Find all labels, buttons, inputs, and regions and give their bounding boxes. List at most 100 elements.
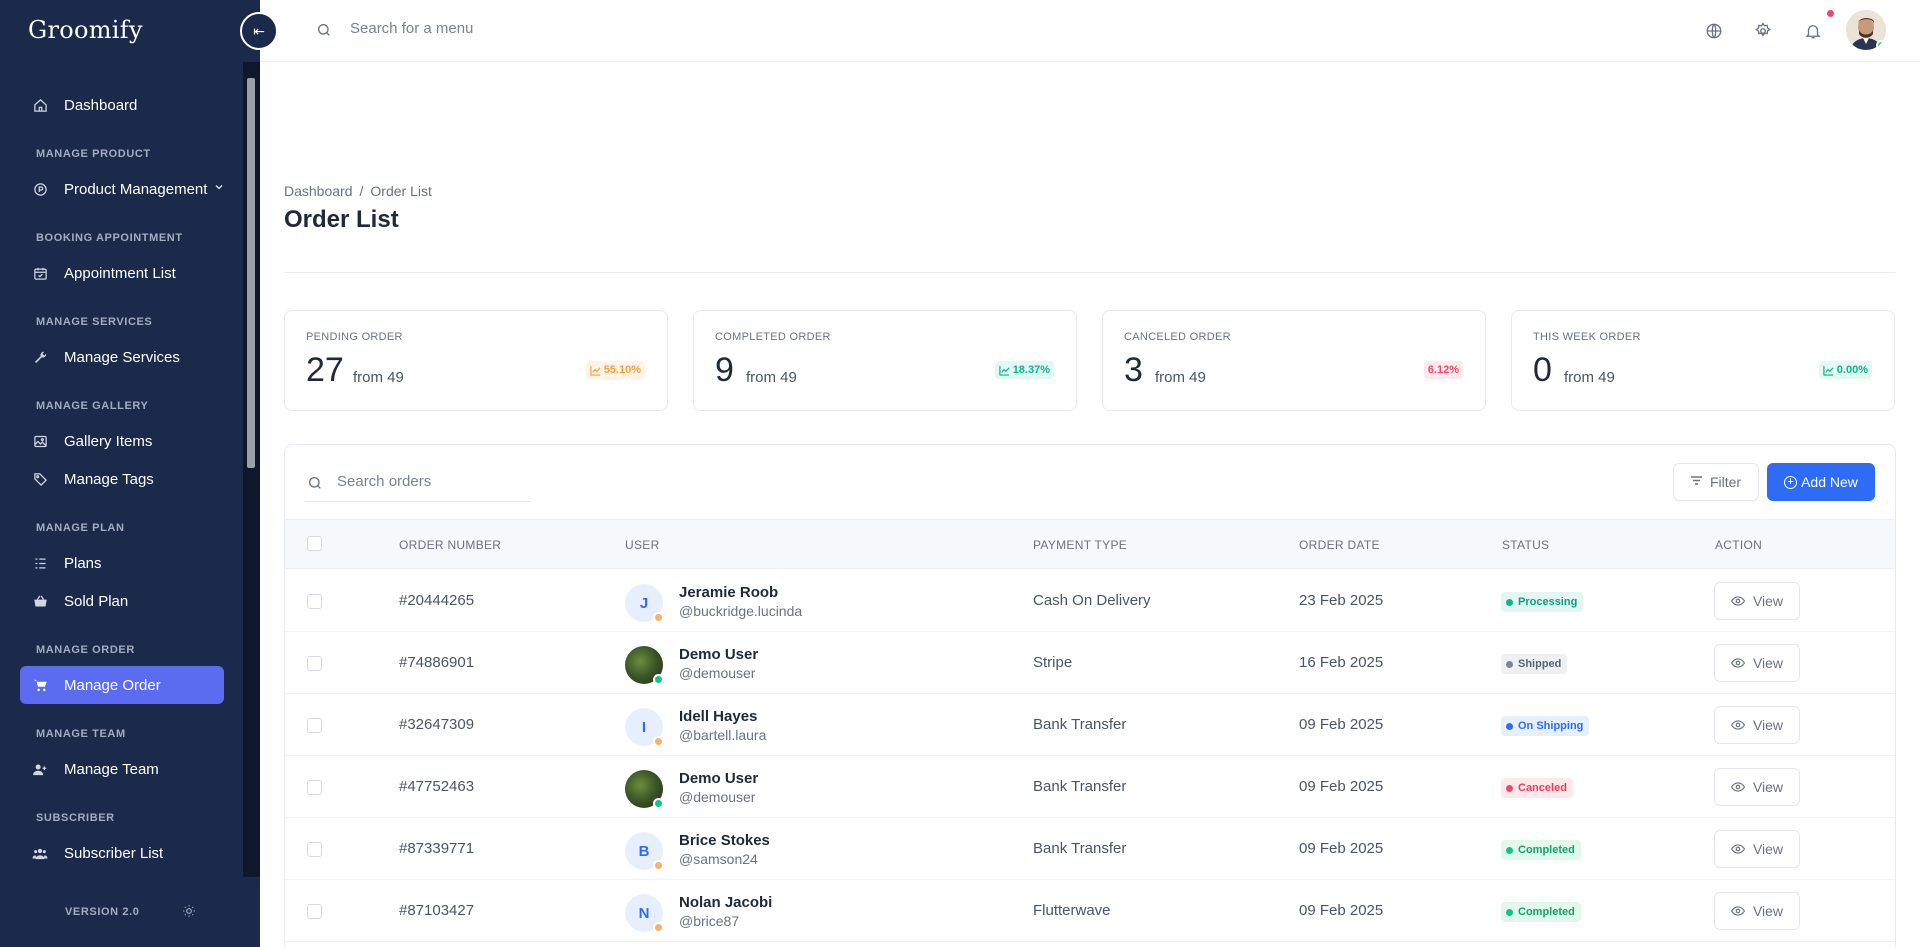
- status-text: Completed: [1518, 844, 1575, 856]
- sidebar-scrollbar[interactable]: [243, 62, 260, 877]
- view-button[interactable]: View: [1714, 644, 1800, 682]
- row-checkbox[interactable]: [307, 656, 322, 671]
- select-all-checkbox[interactable]: [307, 536, 322, 551]
- menu-search-input[interactable]: [350, 20, 750, 37]
- order-number[interactable]: #20444265: [399, 592, 474, 609]
- row-checkbox[interactable]: [307, 780, 322, 795]
- table-row[interactable]: #32647309 I Idell Hayes @bartell.laura Bank …: [285, 694, 1895, 756]
- col-action: ACTION: [1715, 538, 1763, 552]
- order-date: 09 Feb 2025: [1299, 716, 1384, 733]
- calendar-icon: [32, 265, 48, 281]
- col-order-date[interactable]: ORDER DATE: [1299, 538, 1380, 552]
- row-checkbox[interactable]: [307, 842, 322, 857]
- sidebar-collapse-button[interactable]: ⇤: [240, 12, 278, 50]
- order-date: 09 Feb 2025: [1299, 778, 1384, 795]
- bell-icon[interactable]: [1804, 22, 1822, 40]
- filter-icon: [1690, 476, 1702, 488]
- status-text: Shipped: [1518, 658, 1562, 670]
- view-label: View: [1752, 593, 1784, 609]
- table-row[interactable]: #47752463 Demo User @demouser Bank Transfer…: [285, 756, 1895, 818]
- status-text: Completed: [1518, 906, 1575, 918]
- view-button[interactable]: View: [1714, 706, 1800, 744]
- user-status-dot: [653, 860, 664, 871]
- sidebar-section-label: MANAGE PRODUCT: [36, 148, 151, 160]
- scrollbar-thumb[interactable]: [247, 78, 255, 468]
- order-number[interactable]: #87103427: [399, 902, 474, 919]
- avatar-initial: J: [639, 594, 649, 612]
- col-order-number[interactable]: ORDER NUMBER: [399, 538, 501, 552]
- sidebar-item-dashboard[interactable]: Dashboard: [20, 86, 224, 124]
- stat-label: COMPLETED ORDER: [715, 331, 831, 343]
- sidebar-section-label: MANAGE TEAM: [36, 728, 126, 740]
- row-checkbox[interactable]: [307, 904, 322, 919]
- stat-change-badge: 18.37%: [994, 361, 1054, 379]
- user-status-dot: [653, 612, 664, 623]
- col-user[interactable]: USER: [625, 538, 660, 552]
- status-dot: [1506, 846, 1513, 854]
- trend-chart-icon: [590, 365, 601, 376]
- table-row[interactable]: #87103427 N Nolan Jacobi @brice87 Flutterwav…: [285, 880, 1895, 942]
- breadcrumb-current: Order List: [370, 183, 432, 199]
- app-logo[interactable]: Groomify: [28, 16, 143, 44]
- topbar: [260, 0, 1920, 62]
- stat-change-badge: 6.12%: [1423, 361, 1463, 379]
- table-row[interactable]: #74886901 Demo User @demouser Stripe 16 Feb …: [285, 632, 1895, 694]
- sidebar-item-manage-order[interactable]: Manage Order: [20, 666, 224, 704]
- user-avatar: J: [625, 584, 664, 623]
- eye-icon: [1730, 906, 1745, 916]
- sidebar-item-product-management[interactable]: Product Management: [20, 170, 224, 208]
- breadcrumb-dashboard[interactable]: Dashboard: [284, 183, 353, 199]
- col-payment-type[interactable]: PAYMENT TYPE: [1033, 538, 1127, 552]
- user-name: Nolan Jacobi: [679, 894, 773, 911]
- order-number[interactable]: #32647309: [399, 716, 474, 733]
- basket-icon: [32, 593, 48, 609]
- table-row[interactable]: #87339771 B Brice Stokes @samson24 Bank Tran…: [285, 818, 1895, 880]
- filter-button[interactable]: Filter: [1673, 463, 1759, 501]
- trend-chart-icon: [1823, 365, 1834, 376]
- sidebar-item-gallery-items[interactable]: Gallery Items: [20, 422, 224, 460]
- user-name: Idell Hayes: [679, 708, 758, 725]
- stat-value: 0: [1533, 351, 1552, 389]
- sidebar-item-manage-tags[interactable]: Manage Tags: [20, 460, 224, 498]
- sidebar-item-subscriber-list[interactable]: Subscriber List: [20, 834, 224, 872]
- notification-dot: [1827, 10, 1834, 17]
- status-text: On Shipping: [1518, 720, 1584, 732]
- user-plus-icon: [32, 761, 48, 777]
- view-button[interactable]: View: [1714, 830, 1800, 868]
- sidebar-item-sold-plan[interactable]: Sold Plan: [20, 582, 224, 620]
- order-search-input[interactable]: [337, 473, 517, 490]
- stat-value: 9: [715, 351, 734, 389]
- sidebar-section-label: SUBSCRIBER: [36, 812, 115, 824]
- sidebar-item-manage-team[interactable]: Manage Team: [20, 750, 224, 788]
- user-handle: @samson24: [679, 851, 758, 867]
- payment-type: Bank Transfer: [1033, 716, 1127, 733]
- view-button[interactable]: View: [1714, 582, 1800, 620]
- globe-icon[interactable]: [1705, 22, 1723, 40]
- row-checkbox[interactable]: [307, 594, 322, 609]
- order-date: 09 Feb 2025: [1299, 902, 1384, 919]
- col-status[interactable]: STATUS: [1502, 538, 1549, 552]
- stat-card: COMPLETED ORDER 9 from 49 18.37%: [693, 310, 1077, 411]
- sidebar-item-appointment-list[interactable]: Appointment List: [20, 254, 224, 292]
- gear-icon[interactable]: [1754, 22, 1772, 40]
- status-text: Processing: [1518, 596, 1578, 608]
- sidebar-section-label: MANAGE ORDER: [36, 644, 135, 656]
- table-row[interactable]: #20444265 J Jeramie Roob @buckridge.lucinda…: [285, 570, 1895, 632]
- sidebar-item-manage-services[interactable]: Manage Services: [20, 338, 224, 376]
- breadcrumb: Dashboard / Order List: [284, 183, 432, 199]
- user-name: Demo User: [679, 646, 759, 663]
- collapse-arrow-icon: ⇤: [253, 22, 265, 39]
- add-new-button[interactable]: + Add New: [1767, 463, 1875, 501]
- view-button[interactable]: View: [1714, 892, 1800, 930]
- view-button[interactable]: View: [1714, 768, 1800, 806]
- theme-toggle-sun-icon[interactable]: [182, 904, 196, 921]
- order-number[interactable]: #47752463: [399, 778, 474, 795]
- sidebar-item-label: Manage Services: [64, 348, 180, 366]
- stat-label: THIS WEEK ORDER: [1533, 331, 1641, 343]
- order-number[interactable]: #74886901: [399, 654, 474, 671]
- sidebar-item-plans[interactable]: Plans: [20, 544, 224, 582]
- chevron-down-icon: [214, 182, 224, 195]
- user-avatar[interactable]: [1846, 10, 1886, 50]
- order-number[interactable]: #87339771: [399, 840, 474, 857]
- row-checkbox[interactable]: [307, 718, 322, 733]
